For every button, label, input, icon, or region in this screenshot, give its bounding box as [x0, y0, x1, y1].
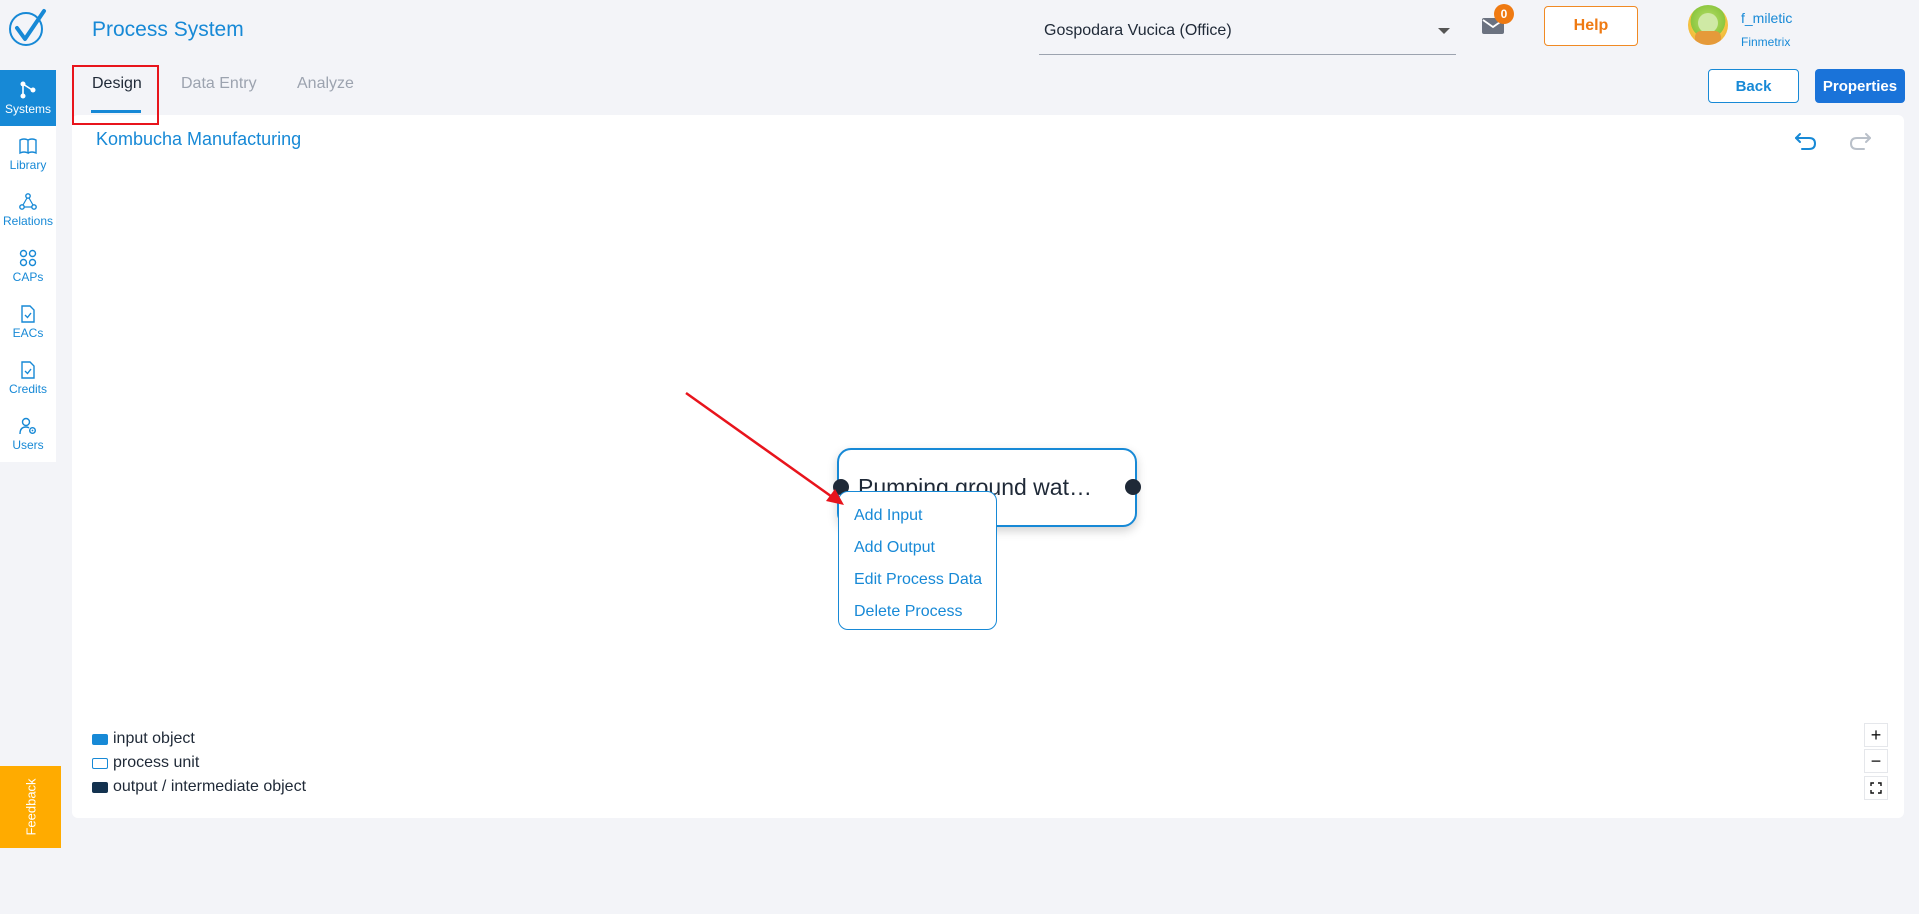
sidebar-item-label: Credits — [8, 381, 47, 396]
undo-icon[interactable] — [1794, 131, 1818, 151]
sidebar-item-systems[interactable]: Systems — [0, 70, 56, 126]
sidebar-item-label: Users — [12, 437, 44, 452]
legend-item-output: output / intermediate object — [92, 775, 306, 799]
sidebar-item-caps[interactable]: CAPs — [0, 238, 56, 294]
sidebar-item-credits[interactable]: Credits — [0, 350, 56, 406]
organization-select-value: Gospodara Vucica (Office) — [1044, 22, 1232, 39]
user-organization: Finmetrix — [1741, 35, 1791, 49]
chevron-down-icon — [1438, 28, 1450, 34]
properties-button[interactable]: Properties — [1815, 69, 1905, 103]
redo-icon[interactable] — [1848, 131, 1872, 151]
relations-icon — [19, 192, 37, 210]
input-swatch-icon — [92, 733, 108, 745]
fullscreen-icon — [1870, 782, 1882, 794]
edit-process-data-menu-item[interactable]: Edit Process Data — [839, 564, 996, 596]
tab-data-entry[interactable]: Data Entry — [181, 75, 257, 93]
system-title: Kombucha Manufacturing — [96, 129, 302, 149]
sidebar-item-label: Systems — [4, 101, 51, 116]
legend-item-input: input object — [92, 727, 306, 751]
add-output-menu-item[interactable]: Add Output — [839, 532, 996, 564]
process-swatch-icon — [92, 757, 108, 769]
tab-analyze[interactable]: Analyze — [297, 75, 354, 93]
avatar[interactable] — [1688, 5, 1728, 45]
app-title: Process System — [92, 18, 244, 41]
annotation-arrow-icon — [685, 391, 844, 505]
sidebar-item-label: Library — [9, 157, 47, 172]
legend-item-process: process unit — [92, 751, 306, 775]
sidebar-item-label: EACs — [12, 325, 44, 340]
grid-icon — [19, 249, 37, 266]
sidebar-item-label: CAPs — [12, 269, 44, 284]
book-icon — [19, 137, 37, 154]
feedback-label: Feedback — [23, 778, 38, 836]
process-output-port[interactable] — [1125, 479, 1141, 495]
zoom-out-button[interactable]: − — [1864, 749, 1888, 773]
systems-icon — [20, 81, 36, 98]
sidebar: Systems Library Relations CAPs EACs Cred… — [0, 70, 56, 462]
sidebar-item-label: Relations — [2, 213, 54, 228]
feedback-tab[interactable]: Feedback — [0, 766, 61, 848]
legend: input object process unit output / inter… — [92, 727, 306, 799]
sidebar-item-library[interactable]: Library — [0, 126, 56, 182]
add-input-menu-item[interactable]: Add Input — [839, 500, 996, 532]
zoom-in-button[interactable]: + — [1864, 723, 1888, 747]
sidebar-item-relations[interactable]: Relations — [0, 182, 56, 238]
document-check-icon — [21, 304, 35, 323]
app-logo-icon[interactable] — [8, 8, 48, 48]
fit-view-button[interactable] — [1864, 776, 1888, 800]
sidebar-item-users[interactable]: Users — [0, 406, 56, 462]
users-gear-icon — [19, 417, 36, 434]
process-context-menu: Add Input Add Output Edit Process Data D… — [838, 491, 997, 630]
help-button[interactable]: Help — [1544, 6, 1638, 46]
delete-process-menu-item[interactable]: Delete Process — [839, 596, 996, 628]
user-name[interactable]: f_miletic — [1741, 10, 1792, 26]
mail-count-badge: 0 — [1494, 4, 1514, 24]
annotation-highlight-box — [72, 65, 159, 125]
organization-select[interactable]: Gospodara Vucica (Office) — [1039, 16, 1456, 55]
document-check-icon — [21, 360, 35, 379]
output-swatch-icon — [92, 781, 108, 793]
sidebar-item-eacs[interactable]: EACs — [0, 294, 56, 350]
back-button[interactable]: Back — [1708, 69, 1799, 103]
